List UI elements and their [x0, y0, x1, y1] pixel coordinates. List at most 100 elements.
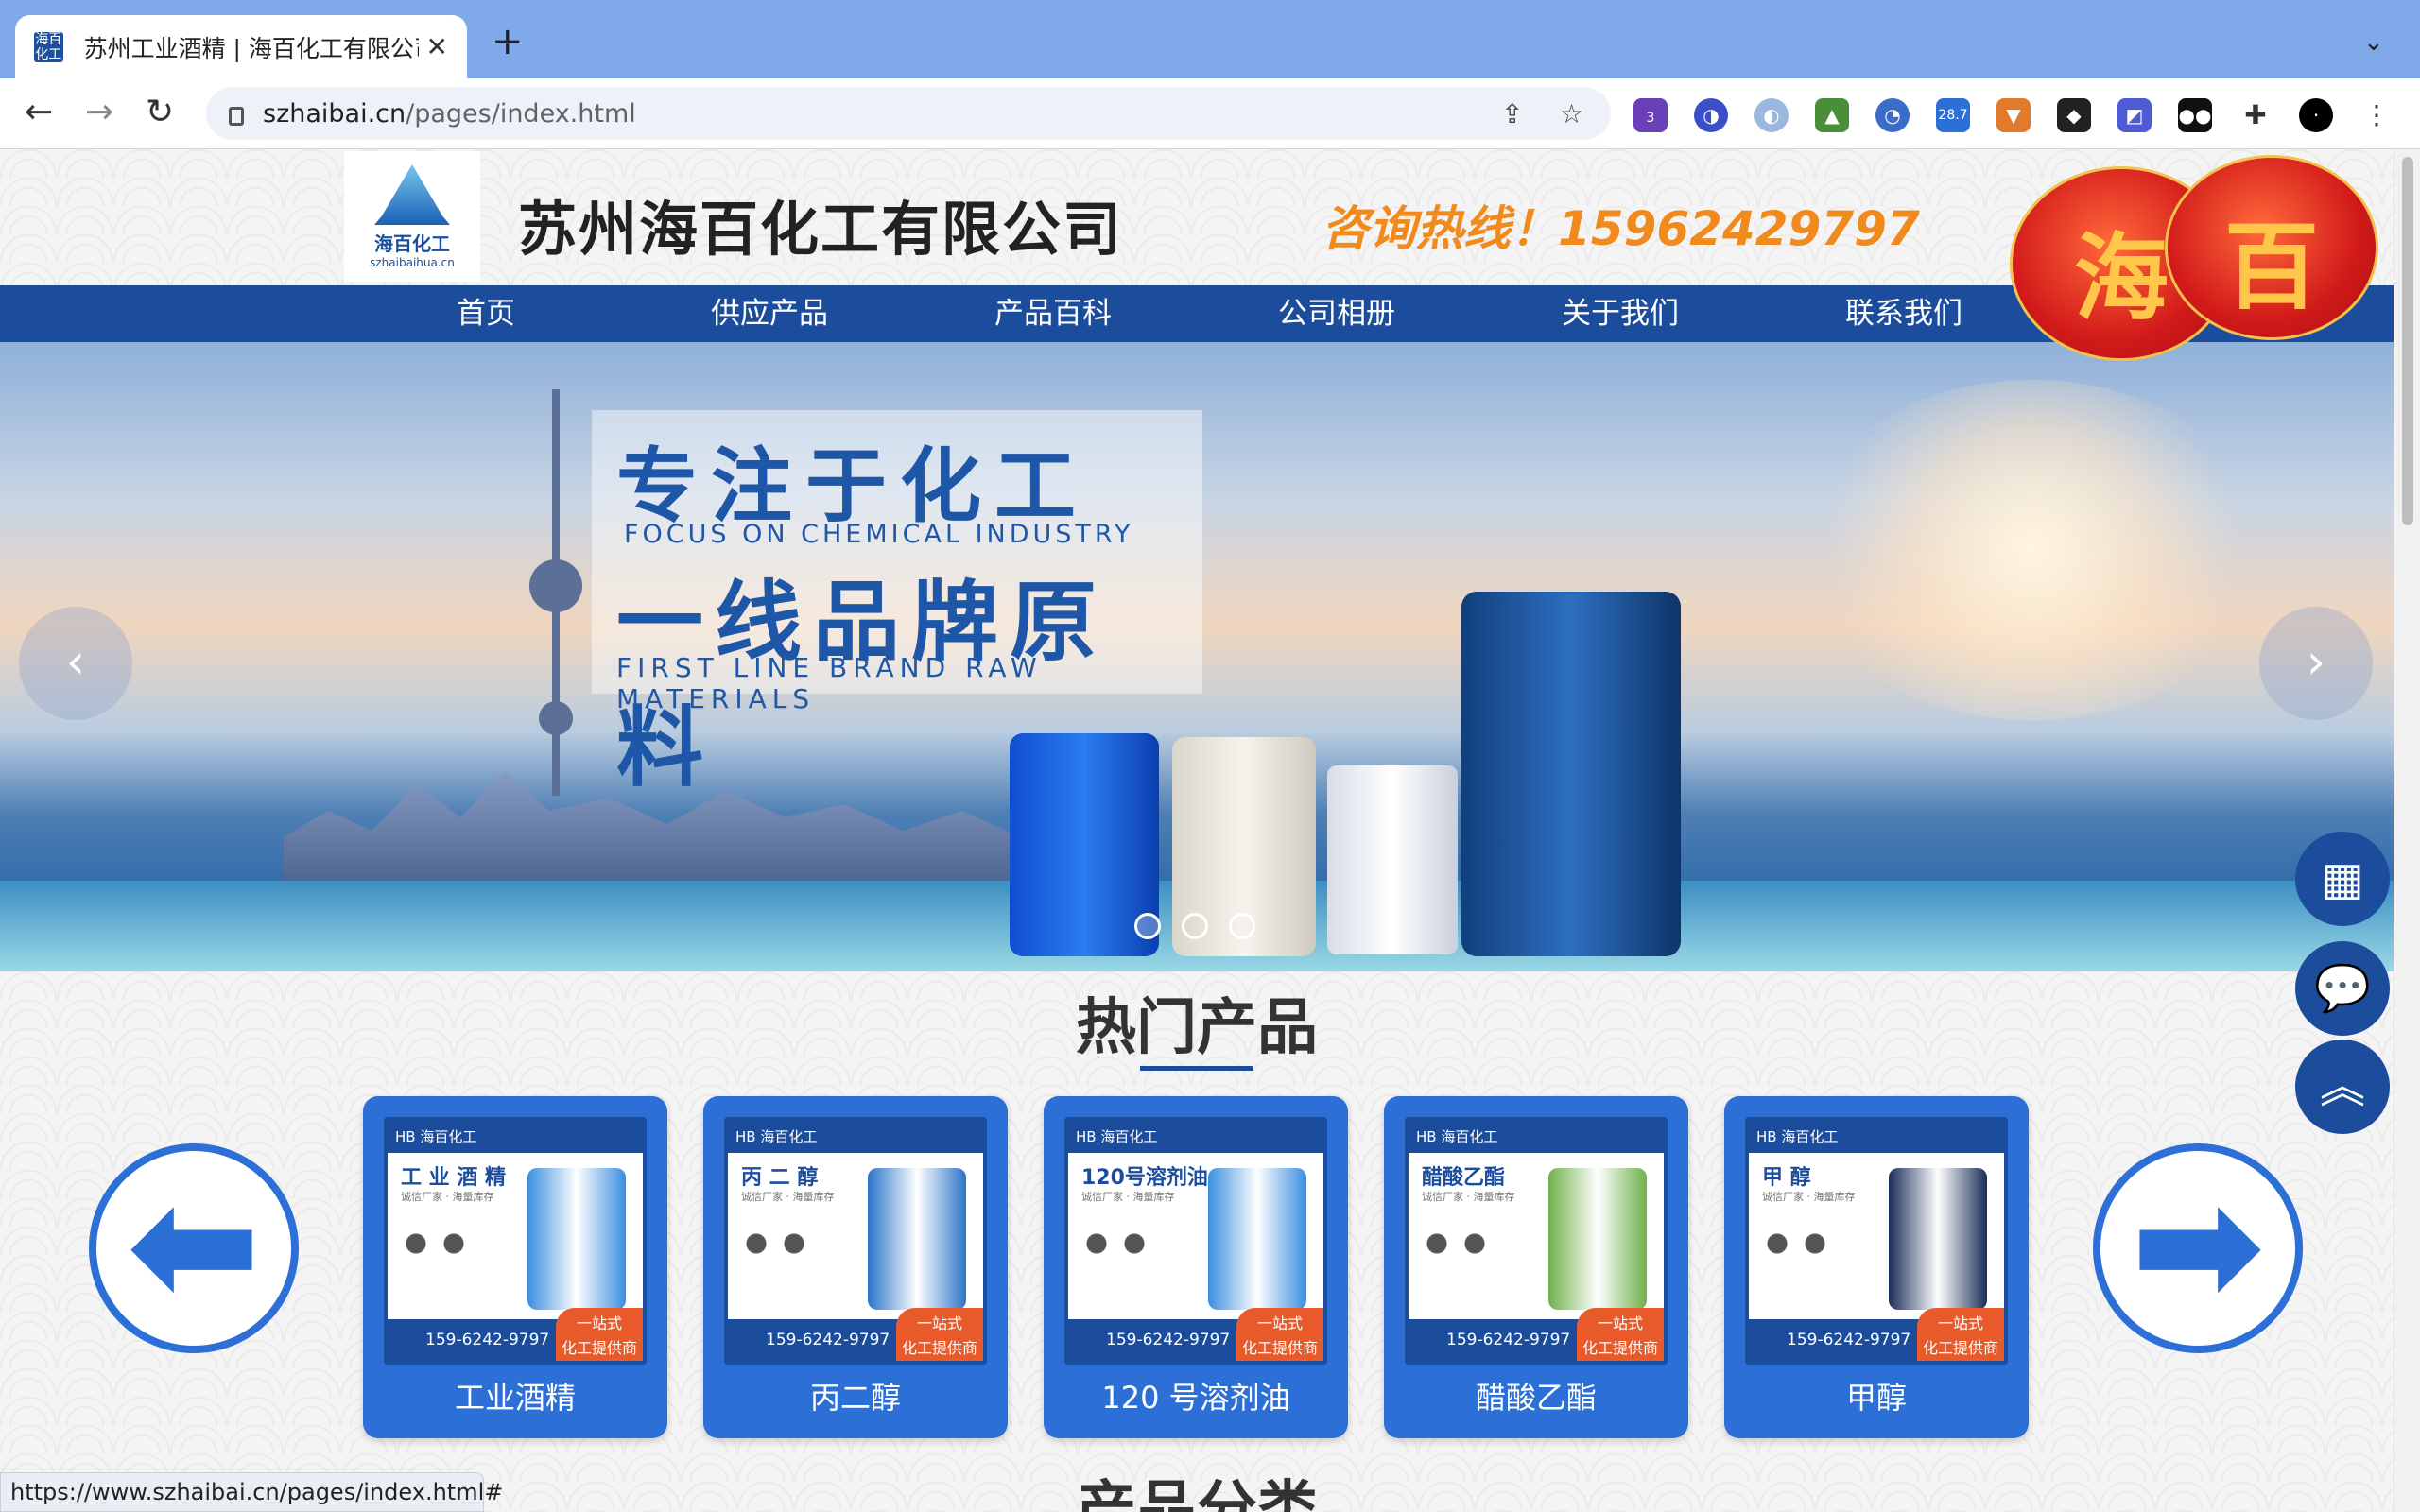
- menu-kebab-icon[interactable]: ⋮: [2360, 98, 2394, 132]
- extension-icon-9[interactable]: ◩: [2118, 98, 2152, 132]
- nav-item-encyclopedia[interactable]: 产品百科: [959, 285, 1148, 342]
- extension-icon-2[interactable]: ◑: [1694, 98, 1728, 132]
- product-image-title: 丙 二 醇: [741, 1166, 819, 1190]
- back-to-top-button[interactable]: ︽: [2295, 1040, 2390, 1134]
- banner-prev-button[interactable]: ‹: [19, 607, 132, 720]
- feature-icons: [1764, 1230, 1849, 1306]
- banner-slogan: 专注于化工 FOCUS ON CHEMICAL INDUSTRY 一线品牌原料 …: [592, 410, 1202, 799]
- url-text: szhaibai.cn/pages/index.html: [263, 98, 636, 129]
- extension-price-icon[interactable]: 28.7: [1936, 98, 1970, 132]
- extension-icon-5[interactable]: ◔: [1876, 98, 1910, 132]
- reload-icon[interactable]: ↻: [146, 94, 174, 131]
- product-card[interactable]: HB 海百化工 120号溶剂油 诚信厂家 · 海量库存 159-6242-9797 一站…: [1044, 1096, 1348, 1438]
- product-image[interactable]: HB 海百化工 醋酸乙酯 诚信厂家 · 海量库存 159-6242-9797 一站式 化…: [1405, 1117, 1668, 1365]
- product-image[interactable]: HB 海百化工 120号溶剂油 诚信厂家 · 海量库存 159-6242-9797 一站…: [1064, 1117, 1327, 1365]
- hot-products-title: 热门产品: [1076, 993, 1318, 1063]
- browser-toolbar: ← → ↻ szhaibai.cn/pages/index.html ⇪ ☆ 3…: [0, 78, 2420, 149]
- extension-icon-4[interactable]: ▲: [1815, 98, 1849, 132]
- product-image-title: 甲 醇: [1762, 1166, 1811, 1190]
- nav-item-album[interactable]: 公司相册: [1242, 285, 1431, 342]
- share-icon[interactable]: ⇪: [1501, 98, 1523, 129]
- product-badge: 一站式 化工提供商: [896, 1308, 983, 1361]
- product-card[interactable]: HB 海百化工工 业 酒 精诚信厂家 · 海量库存 159-6242-9797 一站…: [363, 1096, 667, 1438]
- product-card[interactable]: HB 海百化工丙 二 醇诚信厂家 · 海量库存 159-6242-9797 一站式 …: [703, 1096, 1008, 1438]
- page-scrollbar[interactable]: [2394, 149, 2420, 1512]
- arrow-left-icon: ⬅: [126, 1152, 262, 1339]
- extension-icon-1[interactable]: 3: [1634, 98, 1668, 132]
- wechat-button[interactable]: 💬: [2295, 941, 2390, 1036]
- forward-arrow-icon[interactable]: →: [85, 94, 113, 131]
- product-drum-icon: [1889, 1168, 1987, 1310]
- nav-item-about[interactable]: 关于我们: [1526, 285, 1715, 342]
- back-arrow-icon[interactable]: ←: [25, 94, 53, 131]
- new-tab-icon[interactable]: +: [492, 23, 524, 60]
- product-image-header: HB 海百化工: [1068, 1121, 1323, 1153]
- product-drum-icon: [868, 1168, 966, 1310]
- product-image-header: HB 海百化工: [1409, 1121, 1664, 1153]
- product-image-header: HB 海百化工: [728, 1121, 983, 1153]
- feature-icons: [1083, 1230, 1168, 1306]
- product-image-title: 120号溶剂油: [1081, 1166, 1208, 1190]
- product-card[interactable]: HB 海百化工 醋酸乙酯 诚信厂家 · 海量库存 159-6242-9797 一站式 化…: [1384, 1096, 1688, 1438]
- site-logo[interactable]: 海百化工 szhaibaihua.cn: [344, 151, 480, 282]
- product-label[interactable]: 甲醇: [1724, 1374, 2029, 1418]
- product-image-title: 工 业 酒 精: [401, 1166, 506, 1190]
- tower-sphere: [529, 559, 582, 612]
- nav-item-products[interactable]: 供应产品: [675, 285, 864, 342]
- link-status-bar: https://www.szhaibai.cn/pages/index.html…: [0, 1472, 503, 1512]
- product-badge: 一站式 化工提供商: [1236, 1308, 1323, 1361]
- logo-mark-icon: [374, 164, 450, 225]
- bookmark-star-icon[interactable]: ☆: [1560, 98, 1583, 129]
- web-page: 海百化工 szhaibaihua.cn 苏州海百化工有限公司 咨询热线！1596…: [0, 149, 2394, 1512]
- product-drum-icon: [527, 1168, 626, 1310]
- product-drum-icon: [1208, 1168, 1306, 1310]
- extension-icon-8[interactable]: ◆: [2057, 98, 2091, 132]
- product-image-subtitle: 诚信厂家 · 海量库存: [401, 1191, 494, 1203]
- sky-glow: [1796, 380, 2269, 720]
- extensions-puzzle-icon[interactable]: ✚: [2238, 98, 2273, 132]
- feature-icons: [403, 1230, 488, 1306]
- banner-dot-3[interactable]: [1229, 913, 1255, 939]
- product-image[interactable]: HB 海百化工甲 醇诚信厂家 · 海量库存 159-6242-9797 一站式 化工…: [1745, 1117, 2008, 1365]
- feature-icons: [1424, 1230, 1509, 1306]
- product-drum-icon: [1548, 1168, 1647, 1310]
- product-image[interactable]: HB 海百化工工 业 酒 精诚信厂家 · 海量库存 159-6242-9797 一站…: [384, 1117, 647, 1365]
- product-image-subtitle: 诚信厂家 · 海量库存: [1422, 1191, 1515, 1203]
- product-label[interactable]: 丙二醇: [703, 1374, 1008, 1418]
- feature-icons: [743, 1230, 828, 1306]
- products-next-button[interactable]: ➡: [2093, 1143, 2303, 1353]
- address-bar[interactable]: szhaibai.cn/pages/index.html ⇪ ☆: [206, 87, 1611, 140]
- red-lantern-right: 百: [2165, 155, 2378, 340]
- product-label[interactable]: 工业酒精: [363, 1374, 667, 1418]
- logo-text-en: szhaibaihua.cn: [370, 256, 455, 269]
- tab-search-chevron-icon[interactable]: ⌄: [2363, 28, 2384, 57]
- lock-icon: [229, 107, 244, 126]
- qr-code-button[interactable]: ▦: [2295, 832, 2390, 926]
- product-image-subtitle: 诚信厂家 · 海量库存: [741, 1191, 835, 1203]
- scrollbar-thumb[interactable]: [2402, 157, 2413, 525]
- tab-strip: 海百 化工 苏州工业酒精 | 海百化工有限公司 ✕ + ⌄: [0, 0, 2420, 78]
- nav-item-home[interactable]: 首页: [391, 285, 580, 342]
- product-image-title: 醋酸乙酯: [1422, 1166, 1506, 1190]
- tower-sphere-2: [539, 701, 573, 735]
- banner-dot-2[interactable]: [1182, 913, 1208, 939]
- hotline-text: 咨询热线！15962429797: [1322, 201, 1920, 256]
- metamask-icon[interactable]: ▼: [1996, 98, 2031, 132]
- product-label[interactable]: 醋酸乙酯: [1384, 1374, 1688, 1418]
- profile-avatar[interactable]: ·: [2299, 98, 2333, 132]
- product-badge: 一站式 化工提供商: [1577, 1308, 1664, 1361]
- product-label[interactable]: 120 号溶剂油: [1044, 1374, 1348, 1418]
- product-badge: 一站式 化工提供商: [1917, 1308, 2004, 1361]
- banner-dot-1[interactable]: [1134, 913, 1161, 939]
- product-card[interactable]: HB 海百化工甲 醇诚信厂家 · 海量库存 159-6242-9797 一站式 化工…: [1724, 1096, 2029, 1438]
- banner-next-button[interactable]: ›: [2259, 607, 2373, 720]
- product-image[interactable]: HB 海百化工丙 二 醇诚信厂家 · 海量库存 159-6242-9797 一站式 …: [724, 1117, 987, 1365]
- extension-icon-10[interactable]: ●●: [2178, 98, 2212, 132]
- extension-icon-3[interactable]: ◐: [1754, 98, 1789, 132]
- close-tab-icon[interactable]: ✕: [426, 31, 448, 62]
- product-image-subtitle: 诚信厂家 · 海量库存: [1081, 1191, 1175, 1203]
- site-favicon-icon: 海百 化工: [34, 31, 63, 62]
- active-tab[interactable]: 海百 化工 苏州工业酒精 | 海百化工有限公司 ✕: [15, 15, 467, 78]
- products-prev-button[interactable]: ⬅: [89, 1143, 299, 1353]
- nav-item-contact[interactable]: 联系我们: [1809, 285, 1998, 342]
